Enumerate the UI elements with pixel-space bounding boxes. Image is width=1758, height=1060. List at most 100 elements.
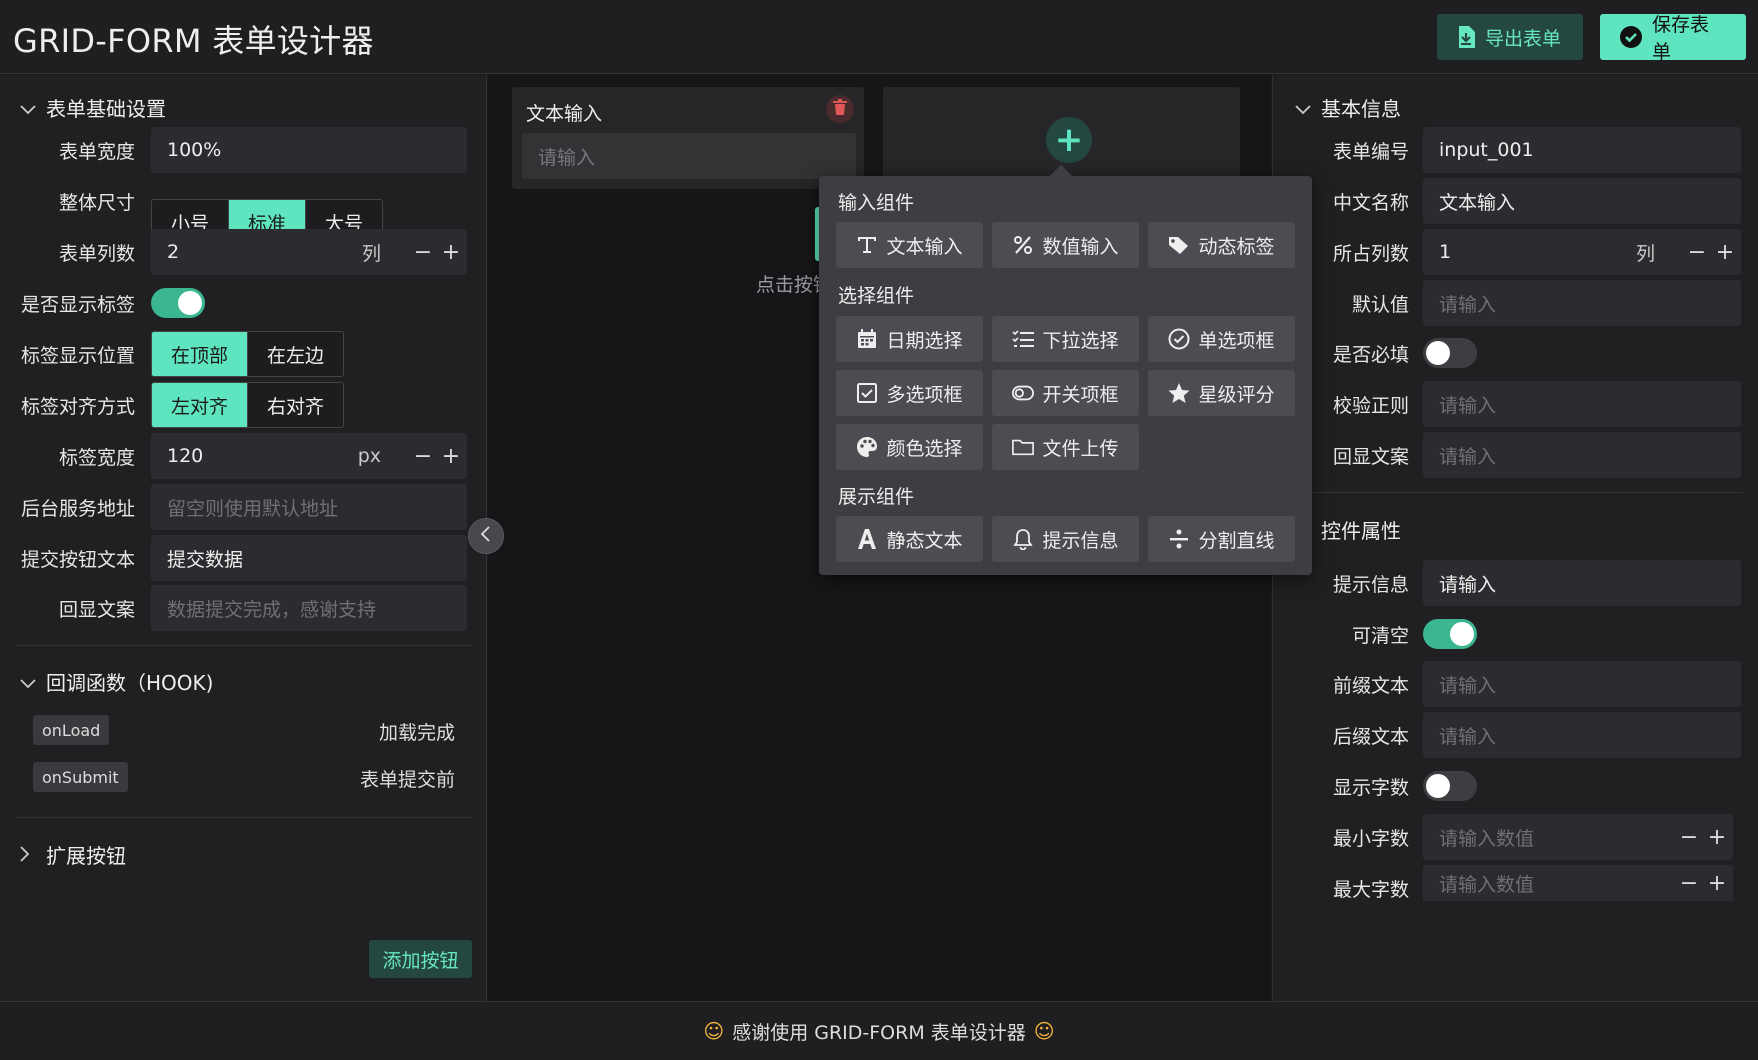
hook-desc-onload: 加载完成 (378, 722, 455, 744)
component-file-upload[interactable]: 文件上传 (992, 424, 1139, 470)
component-dropdown-select[interactable]: 下拉选择 (992, 316, 1139, 362)
tip-input[interactable]: 请输入 (1423, 560, 1741, 606)
component-radio[interactable]: 单选项框 (1148, 316, 1295, 362)
save-form-button[interactable]: 保存表单 (1600, 14, 1746, 63)
chevron-down-icon (20, 670, 40, 694)
component-tip-info[interactable]: 提示信息 (992, 516, 1139, 562)
form-width-input[interactable]: 100% (151, 127, 467, 173)
minus-icon[interactable]: − (411, 444, 435, 469)
minus-icon[interactable]: − (411, 240, 435, 265)
suffix-input[interactable]: 请输入 (1423, 712, 1741, 758)
component-label: 下拉选择 (1042, 329, 1119, 352)
component-checkbox[interactable]: 多选项框 (836, 370, 983, 416)
app-footer: ☺ 感谢使用 GRID-FORM 表单设计器 ☺ (0, 1001, 1758, 1060)
plus-icon[interactable]: + (439, 240, 463, 265)
component-static-text[interactable]: 静态文本 (836, 516, 983, 562)
regex-input[interactable]: 请输入 (1423, 381, 1741, 427)
label-position-segmented: 在顶部 在左边 (151, 331, 344, 377)
component-dynamic-tag[interactable]: 动态标签 (1148, 222, 1295, 268)
component-text-input[interactable]: 文本输入 (836, 222, 983, 268)
group-title-input: 输入组件 (838, 192, 915, 214)
section-basic-settings[interactable]: 表单基础设置 (20, 93, 166, 122)
cn-name-input[interactable]: 文本输入 (1423, 178, 1741, 224)
calendar-icon (856, 328, 878, 350)
clearable-label: 可清空 (1351, 625, 1409, 647)
echo-text-label: 回显文案 (58, 599, 135, 621)
tag-icon (1168, 234, 1190, 256)
span-unit: 列 (1635, 242, 1655, 265)
checkbox-icon (856, 382, 878, 404)
add-button[interactable]: 添加按钮 (369, 940, 472, 978)
component-label: 动态标签 (1198, 235, 1275, 258)
plus-icon[interactable]: + (1713, 240, 1737, 265)
clearable-toggle[interactable] (1423, 619, 1477, 649)
plus-icon[interactable]: + (1705, 871, 1729, 896)
export-form-label: 导出表单 (1485, 27, 1562, 50)
label-position-left[interactable]: 在左边 (248, 332, 343, 376)
add-component-button[interactable]: + (1046, 117, 1092, 163)
label-align-right[interactable]: 右对齐 (248, 383, 343, 427)
component-label: 文件上传 (1042, 437, 1119, 460)
label-align-left[interactable]: 左对齐 (152, 383, 248, 427)
submit-text-input[interactable]: 提交数据 (151, 535, 467, 581)
component-picker-popup: 输入组件 文本输入 数值输入 动态标签 选择组件 日期选择 下拉选择 单选项框 … (819, 164, 1312, 575)
max-len-placeholder: 请输入数值 (1439, 873, 1535, 896)
component-label: 分割直线 (1198, 529, 1275, 552)
component-number-input[interactable]: 数值输入 (992, 222, 1139, 268)
component-label: 开关项框 (1042, 383, 1119, 406)
section-title: 表单基础设置 (46, 97, 166, 121)
max-len-stepper[interactable]: 请输入数值 − + (1423, 865, 1733, 901)
check-circle-icon (1620, 26, 1642, 48)
section-hooks[interactable]: 回调函数（HOOK) (20, 667, 213, 696)
group-title-display: 展示组件 (838, 486, 915, 508)
default-input[interactable]: 请输入 (1423, 280, 1741, 326)
minus-icon[interactable]: − (1677, 871, 1701, 896)
hook-tag-onload[interactable]: onLoad (33, 715, 110, 745)
plus-icon[interactable]: + (439, 444, 463, 469)
echo-text-input[interactable]: 数据提交完成，感谢支持 (151, 585, 467, 631)
prefix-input[interactable]: 请输入 (1423, 661, 1741, 707)
span-stepper[interactable]: 1 列 − + (1423, 229, 1741, 275)
show-count-toggle[interactable] (1423, 771, 1477, 801)
echo-input[interactable]: 请输入 (1423, 432, 1741, 478)
export-form-button[interactable]: 导出表单 (1437, 14, 1583, 60)
hook-desc-onsubmit: 表单提交前 (359, 769, 455, 791)
text-input-icon (856, 234, 878, 256)
component-color-picker[interactable]: 颜色选择 (836, 424, 983, 470)
section-title: 回调函数（HOOK) (46, 671, 214, 695)
hook-tag-onsubmit[interactable]: onSubmit (33, 762, 128, 792)
plus-icon[interactable]: + (1705, 825, 1729, 850)
section-extend-buttons[interactable]: 扩展按钮 (20, 840, 126, 869)
columns-stepper[interactable]: 2 列 − + (151, 229, 467, 275)
component-label: 文本输入 (886, 235, 963, 258)
chevron-down-icon (1295, 96, 1315, 120)
component-label: 星级评分 (1198, 383, 1275, 406)
divide-icon (1168, 528, 1190, 550)
code-input[interactable]: input_001 (1423, 127, 1741, 173)
smile-icon: ☺ (703, 1019, 725, 1043)
min-len-placeholder: 请输入数值 (1439, 827, 1535, 850)
minus-icon[interactable]: − (1677, 825, 1701, 850)
divider (1288, 492, 1743, 493)
minus-icon[interactable]: − (1685, 240, 1709, 265)
collapse-left-panel-button[interactable] (468, 518, 504, 554)
min-len-stepper[interactable]: 请输入数值 − + (1423, 814, 1733, 860)
delete-field-button[interactable] (826, 95, 854, 123)
section-basic-info[interactable]: 基本信息 (1295, 93, 1401, 122)
show-label-toggle[interactable] (151, 288, 205, 318)
form-width-label: 表单宽度 (58, 141, 135, 163)
code-label: 表单编号 (1332, 141, 1409, 163)
label-position-top[interactable]: 在顶部 (152, 332, 248, 376)
component-date-select[interactable]: 日期选择 (836, 316, 983, 362)
submit-text-label: 提交按钮文本 (20, 549, 135, 571)
form-field-card[interactable]: 文本输入 请输入 (512, 87, 864, 189)
divider (15, 817, 471, 818)
server-url-input[interactable]: 留空则使用默认地址 (151, 484, 467, 530)
label-width-unit: px (357, 445, 381, 467)
component-divider[interactable]: 分割直线 (1148, 516, 1295, 562)
component-switch[interactable]: 开关项框 (992, 370, 1139, 416)
component-star-rating[interactable]: 星级评分 (1148, 370, 1295, 416)
radio-check-icon (1168, 328, 1190, 350)
label-width-stepper[interactable]: 120 px − + (151, 433, 467, 479)
required-toggle[interactable] (1423, 338, 1477, 368)
